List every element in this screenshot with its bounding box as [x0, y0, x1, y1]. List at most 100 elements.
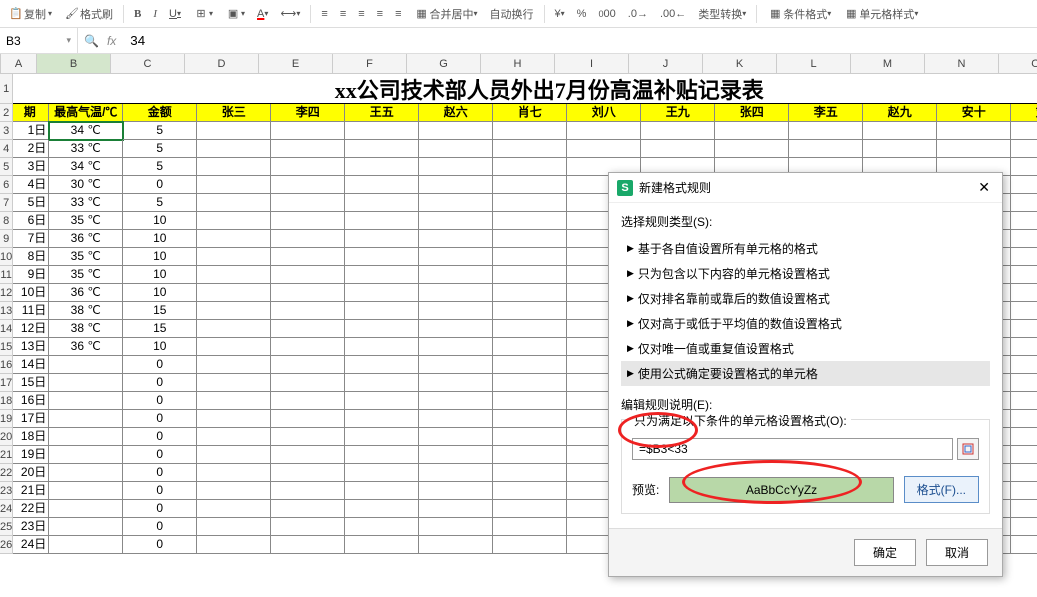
- cell[interactable]: [271, 176, 345, 194]
- header-cell[interactable]: 期: [13, 104, 49, 122]
- cell[interactable]: [345, 500, 419, 518]
- cell[interactable]: [271, 122, 345, 140]
- cell[interactable]: [419, 536, 493, 554]
- cell[interactable]: [49, 518, 123, 536]
- cell[interactable]: [419, 446, 493, 464]
- cell[interactable]: 0: [123, 500, 197, 518]
- cell[interactable]: 33 ℃: [49, 140, 123, 158]
- cell[interactable]: 20日: [13, 464, 49, 482]
- cell[interactable]: [49, 482, 123, 500]
- cell[interactable]: [493, 500, 567, 518]
- row-header[interactable]: 12: [0, 284, 13, 302]
- cell[interactable]: 23日: [13, 518, 49, 536]
- row-header[interactable]: 25: [0, 518, 13, 536]
- header-cell[interactable]: 安十: [937, 104, 1011, 122]
- cell[interactable]: [419, 302, 493, 320]
- cell[interactable]: [49, 410, 123, 428]
- borders-button[interactable]: ⊞▾: [189, 4, 217, 24]
- cell[interactable]: [937, 122, 1011, 140]
- currency-button[interactable]: ¥▾: [551, 6, 569, 22]
- row-header[interactable]: 2: [0, 104, 13, 122]
- cell[interactable]: 5: [123, 122, 197, 140]
- cell[interactable]: [1011, 194, 1037, 212]
- cell[interactable]: 0: [123, 536, 197, 554]
- header-cell[interactable]: 刘八: [567, 104, 641, 122]
- cell[interactable]: 0: [123, 464, 197, 482]
- cell[interactable]: 36 ℃: [49, 284, 123, 302]
- indent-button[interactable]: ≡: [391, 6, 405, 22]
- cell[interactable]: 0: [123, 482, 197, 500]
- cell[interactable]: [1011, 464, 1037, 482]
- cell[interactable]: [493, 140, 567, 158]
- number-format-button[interactable]: 类型转换▾: [694, 4, 750, 24]
- format-button[interactable]: 格式(F)...: [904, 476, 979, 503]
- cell[interactable]: [197, 428, 271, 446]
- cell[interactable]: 1日: [13, 122, 49, 140]
- cell[interactable]: [197, 176, 271, 194]
- cell[interactable]: [271, 428, 345, 446]
- cell[interactable]: 17日: [13, 410, 49, 428]
- cell[interactable]: [271, 536, 345, 554]
- cell[interactable]: [419, 140, 493, 158]
- cell[interactable]: [419, 122, 493, 140]
- cell[interactable]: [419, 158, 493, 176]
- cell[interactable]: [197, 212, 271, 230]
- cell[interactable]: [345, 518, 419, 536]
- align-left-button[interactable]: ≡: [354, 6, 368, 22]
- cell[interactable]: [493, 518, 567, 536]
- cell[interactable]: [271, 140, 345, 158]
- cell[interactable]: 0: [123, 518, 197, 536]
- cell[interactable]: [197, 446, 271, 464]
- cell[interactable]: [271, 284, 345, 302]
- cell[interactable]: 0: [123, 374, 197, 392]
- cell[interactable]: [197, 392, 271, 410]
- cell[interactable]: [419, 248, 493, 266]
- row-header[interactable]: 16: [0, 356, 13, 374]
- rule-type-item[interactable]: ▶仅对高于或低于平均值的数值设置格式: [621, 311, 990, 336]
- percent-button[interactable]: %: [573, 6, 591, 22]
- row-header[interactable]: 3: [0, 122, 13, 140]
- row-header[interactable]: 10: [0, 248, 13, 266]
- cell[interactable]: 10: [123, 230, 197, 248]
- cell[interactable]: [345, 464, 419, 482]
- decrease-decimal-button[interactable]: .00←: [656, 6, 690, 22]
- cell[interactable]: [197, 338, 271, 356]
- cell[interactable]: 7日: [13, 230, 49, 248]
- column-header[interactable]: A: [1, 54, 37, 73]
- cell[interactable]: [493, 248, 567, 266]
- cell[interactable]: [1011, 266, 1037, 284]
- cell[interactable]: [345, 536, 419, 554]
- cell[interactable]: 38 ℃: [49, 302, 123, 320]
- rule-type-item[interactable]: ▶基于各自值设置所有单元格的格式: [621, 236, 990, 261]
- cell[interactable]: 13日: [13, 338, 49, 356]
- cell[interactable]: [1011, 518, 1037, 536]
- header-cell[interactable]: 肖七: [493, 104, 567, 122]
- cell[interactable]: [197, 500, 271, 518]
- row-header[interactable]: 17: [0, 374, 13, 392]
- header-cell[interactable]: 王九: [641, 104, 715, 122]
- cell[interactable]: [197, 302, 271, 320]
- format-painter-button[interactable]: 🖌格式刷: [60, 4, 117, 24]
- cell[interactable]: [419, 194, 493, 212]
- cell[interactable]: [271, 320, 345, 338]
- cell[interactable]: [271, 302, 345, 320]
- cell[interactable]: [197, 374, 271, 392]
- cell[interactable]: [49, 464, 123, 482]
- cell[interactable]: 10: [123, 212, 197, 230]
- rule-type-item[interactable]: ▶使用公式确定要设置格式的单元格: [621, 361, 990, 386]
- cell[interactable]: [419, 374, 493, 392]
- row-header[interactable]: 23: [0, 482, 13, 500]
- cell[interactable]: [49, 428, 123, 446]
- cell[interactable]: [197, 122, 271, 140]
- cell[interactable]: [271, 338, 345, 356]
- row-header[interactable]: 22: [0, 464, 13, 482]
- cell[interactable]: [345, 338, 419, 356]
- cell[interactable]: [493, 428, 567, 446]
- cell[interactable]: [493, 284, 567, 302]
- cell[interactable]: 4日: [13, 176, 49, 194]
- cell[interactable]: [1011, 428, 1037, 446]
- cell[interactable]: [419, 212, 493, 230]
- column-header[interactable]: J: [629, 54, 703, 73]
- cell[interactable]: [197, 248, 271, 266]
- row-header[interactable]: 7: [0, 194, 13, 212]
